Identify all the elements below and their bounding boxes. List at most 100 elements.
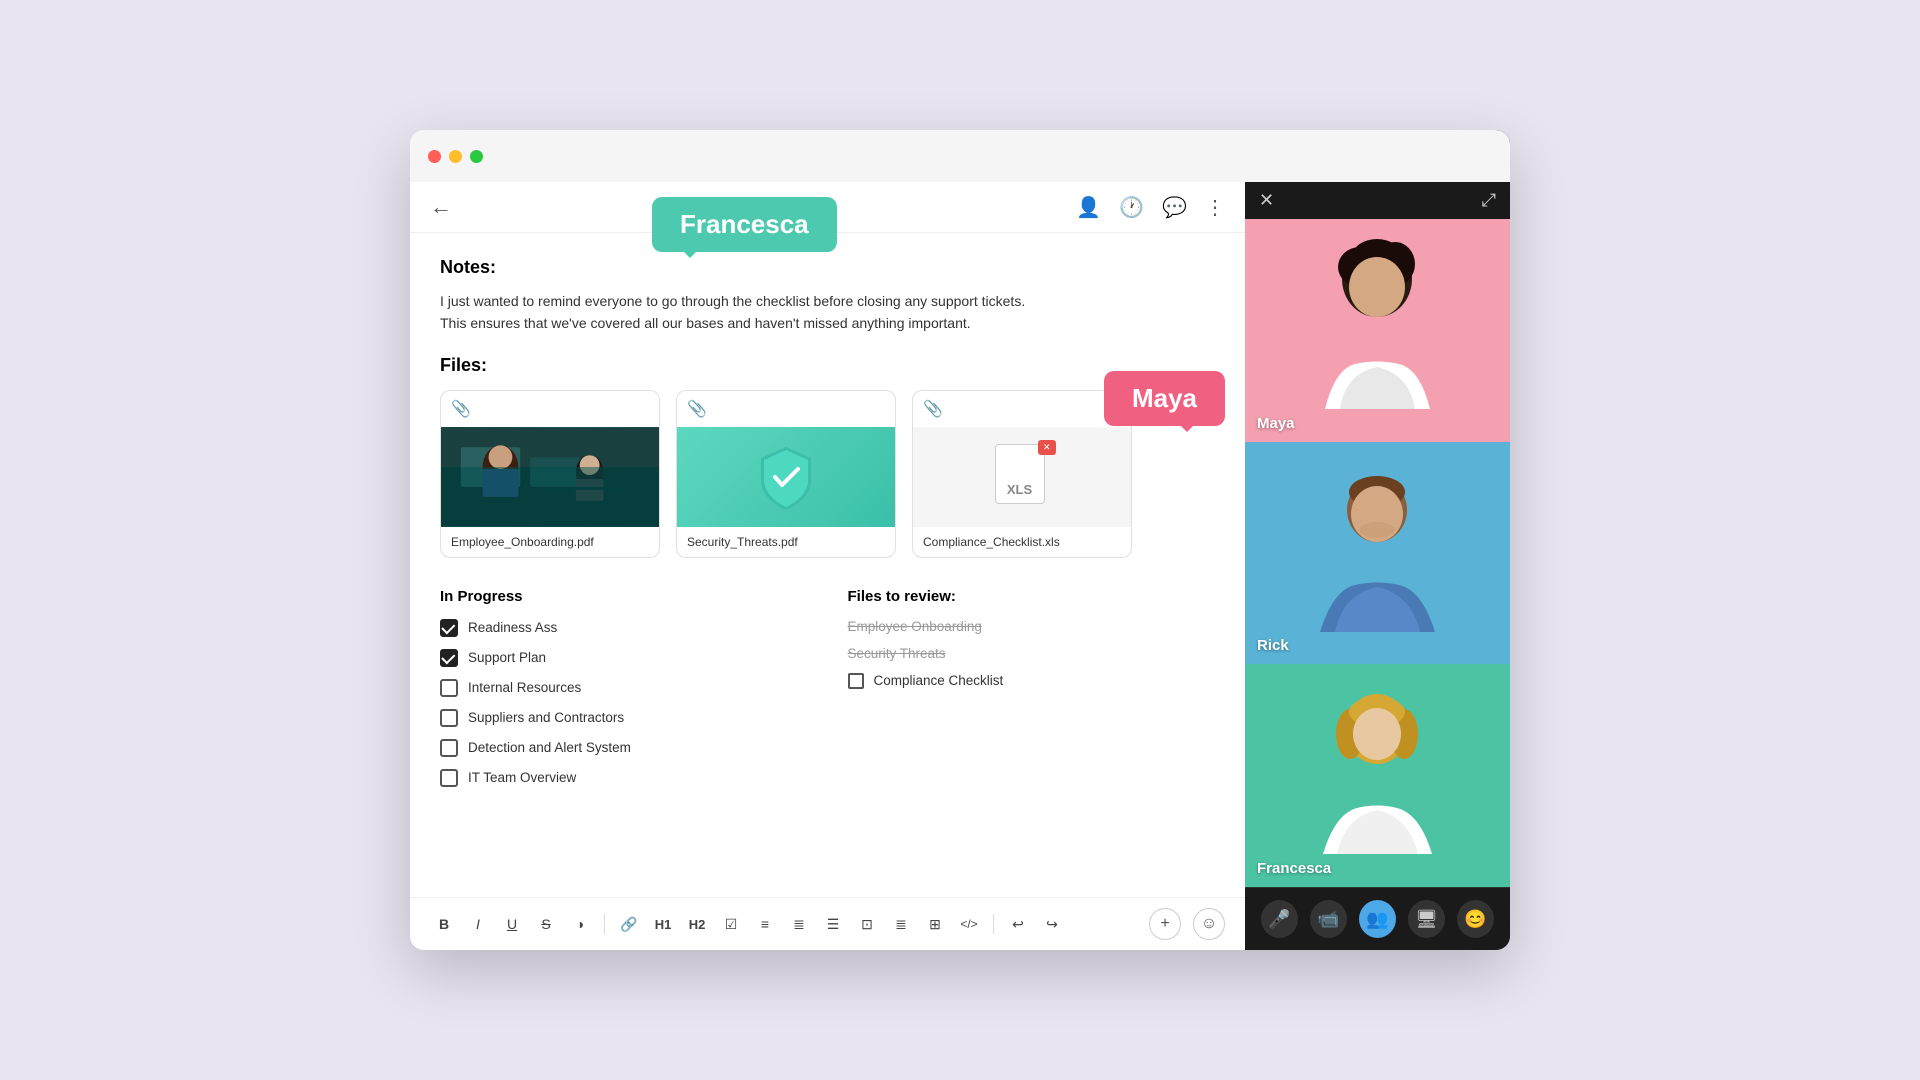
back-button[interactable]: ← xyxy=(430,194,452,220)
underline-button[interactable]: U xyxy=(498,910,526,938)
notes-label: Notes: xyxy=(440,257,1215,278)
expand-video-button[interactable]: ⤢ xyxy=(1482,190,1496,211)
format-tools: B I U S ◑ 🔗 H1 H2 ☑ ≡ ≣ ☰ ⊡ ≣ ⊞ </> ↩ ↪ xyxy=(430,910,1066,938)
item-label-suppliers: Suppliers and Contractors xyxy=(468,710,624,725)
checkbox-compliance[interactable] xyxy=(848,673,864,689)
participants-button[interactable]: 👥 xyxy=(1359,900,1396,938)
italic-button[interactable]: I xyxy=(464,910,492,938)
main-content: ← Francesca 👤 🕐 💬 ⋮ Maya Notes: I just w… xyxy=(410,130,1245,950)
item-label-sec-threats: Security Threats xyxy=(848,646,946,661)
emoji-button[interactable]: ☺ xyxy=(1193,908,1225,940)
paperclip-icon: 📎 xyxy=(451,399,471,419)
checkbox-detection[interactable] xyxy=(440,739,458,757)
file-thumbnail-security xyxy=(677,427,895,527)
editor-area[interactable]: Maya Notes: I just wanted to remind ever… xyxy=(410,233,1245,897)
rick-name-label: Rick xyxy=(1257,637,1289,654)
right-tools: + ☺ xyxy=(1149,908,1225,940)
chat-icon[interactable]: 💬 xyxy=(1162,195,1187,220)
redo-button[interactable]: ↪ xyxy=(1038,910,1066,938)
list-item: Readiness Ass xyxy=(440,619,808,637)
ordered-list-button[interactable]: ≣ xyxy=(785,910,813,938)
video-sidebar: ✕ ⤢ xyxy=(1245,130,1510,950)
maya-name-label: Maya xyxy=(1257,415,1295,432)
paperclip-icon-3: 📎 xyxy=(923,399,943,419)
toolbar-icons: 👤 🕐 💬 ⋮ xyxy=(1076,195,1225,220)
titlebar xyxy=(410,130,1510,182)
item-label-readiness: Readiness Ass xyxy=(468,620,557,635)
video-controls: 🎤 📹 👥 🖥 😊 xyxy=(1245,887,1510,950)
screen-share-button[interactable]: 🖥 xyxy=(1408,900,1445,938)
item-label-detection: Detection and Alert System xyxy=(468,740,631,755)
history-icon[interactable]: 🕐 xyxy=(1119,195,1144,220)
checkbox-readiness[interactable] xyxy=(440,619,458,637)
xls-file-icon: XLS ✕ xyxy=(995,444,1050,509)
video-tile-francesca: Francesca xyxy=(1245,664,1510,887)
expand-dot[interactable] xyxy=(470,150,483,163)
more-icon[interactable]: ⋮ xyxy=(1205,195,1225,220)
file-card-security[interactable]: 📎 Security_Threats.pdf xyxy=(676,390,896,558)
divider xyxy=(604,914,605,934)
video-tile-rick: Rick xyxy=(1245,442,1510,665)
list-item: Suppliers and Contractors xyxy=(440,709,808,727)
checkbox-button[interactable]: ☑ xyxy=(717,910,745,938)
code-button[interactable]: </> xyxy=(955,910,983,938)
profile-icon[interactable]: 👤 xyxy=(1076,195,1101,220)
files-to-review-title: Files to review: xyxy=(848,588,1216,605)
minimize-dot[interactable] xyxy=(449,150,462,163)
checkbox-suppliers[interactable] xyxy=(440,709,458,727)
file-card-compliance[interactable]: 📎 XLS ✕ Compliance_Checklist.xls xyxy=(912,390,1132,558)
divider-2 xyxy=(993,914,994,934)
file-name-onboarding: Employee_Onboarding.pdf xyxy=(441,527,659,557)
checkbox-it[interactable] xyxy=(440,769,458,787)
item-label-it: IT Team Overview xyxy=(468,770,576,785)
francesca-name-label: Francesca xyxy=(1257,860,1331,877)
video-toggle-button[interactable]: 📹 xyxy=(1310,900,1347,938)
outdent-button[interactable]: ≣ xyxy=(887,910,915,938)
list-item: Employee Onboarding xyxy=(848,619,1216,634)
list-item: IT Team Overview xyxy=(440,769,808,787)
bold-button[interactable]: B xyxy=(430,910,458,938)
item-label-emp-onboarding: Employee Onboarding xyxy=(848,619,982,634)
file-thumbnail-onboarding xyxy=(441,427,659,527)
strikethrough-button[interactable]: S xyxy=(532,910,560,938)
close-dot[interactable] xyxy=(428,150,441,163)
files-row: 📎 xyxy=(440,390,1215,558)
h1-button[interactable]: H1 xyxy=(649,910,677,938)
list-item: Detection and Alert System xyxy=(440,739,808,757)
add-button[interactable]: + xyxy=(1149,908,1181,940)
file-name-compliance: Compliance_Checklist.xls xyxy=(913,527,1131,557)
item-label-compliance-check: Compliance Checklist xyxy=(874,673,1004,688)
file-thumbnail-compliance: XLS ✕ xyxy=(913,427,1131,527)
shield-icon xyxy=(751,442,821,512)
align-button[interactable]: ≡ xyxy=(751,910,779,938)
table-button[interactable]: ⊞ xyxy=(921,910,949,938)
indent-button[interactable]: ⊡ xyxy=(853,910,881,938)
video-tiles: Maya xyxy=(1245,219,1510,887)
in-progress-col: In Progress Readiness Ass Support Plan I… xyxy=(440,588,808,799)
h2-button[interactable]: H2 xyxy=(683,910,711,938)
undo-button[interactable]: ↩ xyxy=(1004,910,1032,938)
reactions-button[interactable]: 😊 xyxy=(1457,900,1494,938)
list-item: Support Plan xyxy=(440,649,808,667)
list-item: Internal Resources xyxy=(440,679,808,697)
close-video-button[interactable]: ✕ xyxy=(1259,190,1274,211)
checklist-section: Rick In Progress Readiness Ass Support P… xyxy=(440,588,1215,799)
video-tile-maya: Maya xyxy=(1245,219,1510,442)
file-card-onboarding[interactable]: 📎 xyxy=(440,390,660,558)
link-button[interactable]: 🔗 xyxy=(615,910,643,938)
list-item: Compliance Checklist xyxy=(848,673,1216,689)
in-progress-title: In Progress xyxy=(440,588,808,605)
video-sidebar-top: ✕ ⤢ xyxy=(1245,182,1510,219)
files-label: Files: xyxy=(440,355,1215,376)
checkbox-internal[interactable] xyxy=(440,679,458,697)
item-label-internal: Internal Resources xyxy=(468,680,581,695)
checkbox-support[interactable] xyxy=(440,649,458,667)
highlight-button[interactable]: ◑ xyxy=(566,910,594,938)
top-toolbar: ← Francesca 👤 🕐 💬 ⋮ xyxy=(410,182,1245,233)
paperclip-icon-2: 📎 xyxy=(687,399,707,419)
bottom-toolbar: B I U S ◑ 🔗 H1 H2 ☑ ≡ ≣ ☰ ⊡ ≣ ⊞ </> ↩ ↪ xyxy=(410,897,1245,950)
files-to-review-col: Files to review: Employee Onboarding Sec… xyxy=(848,588,1216,799)
mute-button[interactable]: 🎤 xyxy=(1261,900,1298,938)
unordered-list-button[interactable]: ☰ xyxy=(819,910,847,938)
maya-tooltip: Maya xyxy=(1104,371,1225,426)
